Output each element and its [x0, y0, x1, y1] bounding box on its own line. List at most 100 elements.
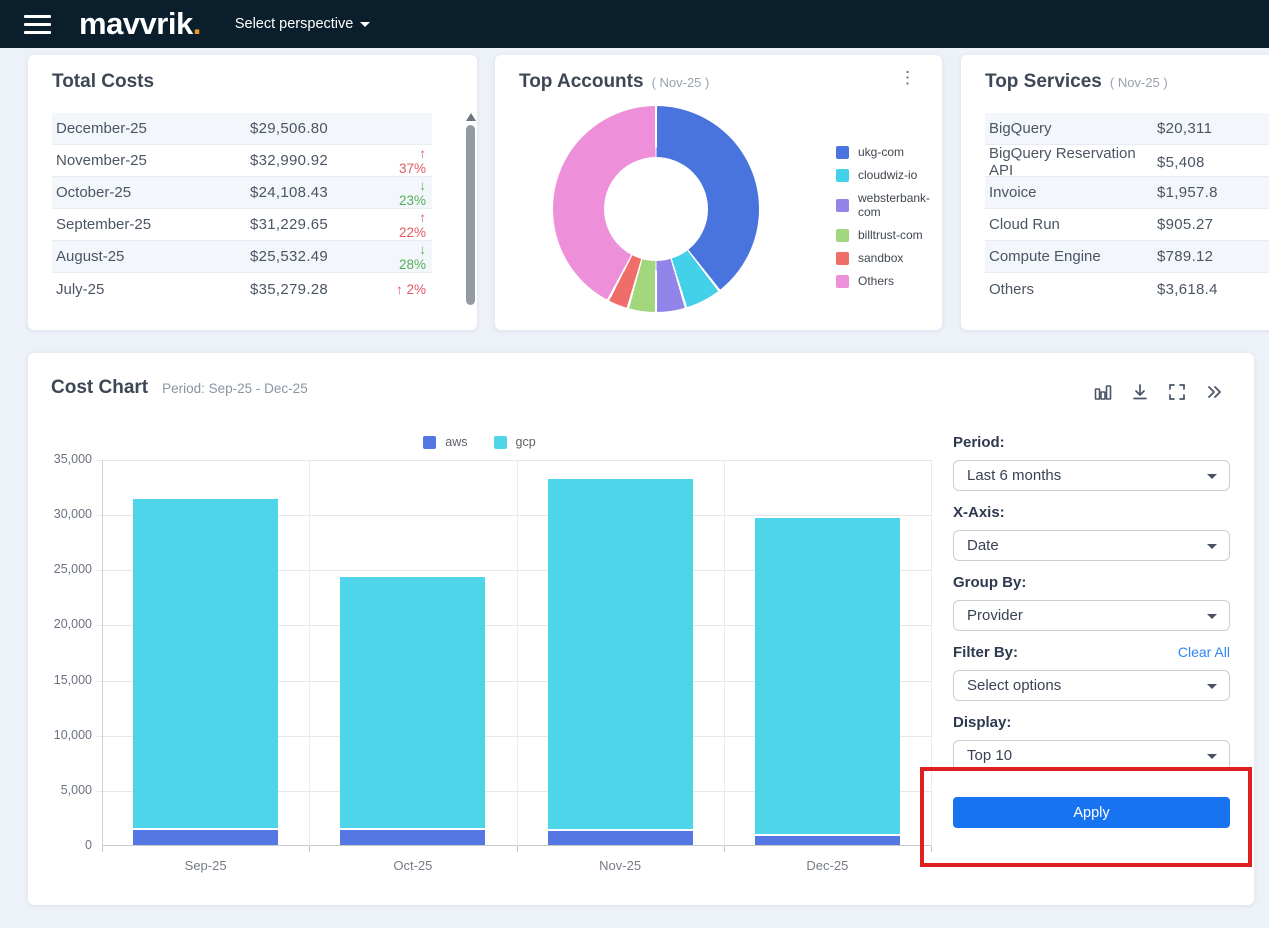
- period-dropdown[interactable]: Last 6 months: [953, 460, 1230, 491]
- scroll-up-icon[interactable]: [466, 113, 476, 121]
- filterby-dropdown[interactable]: Select options: [953, 670, 1230, 701]
- bar-segment-gcp: [548, 479, 693, 829]
- cost-chart-toolbar: [1093, 382, 1224, 402]
- top-services-row: Cloud Run$905.27: [985, 209, 1269, 241]
- apply-button[interactable]: Apply: [953, 797, 1230, 828]
- chevron-down-icon: [1207, 684, 1217, 689]
- total-costs-row: September-25$31,229.65↑ 22%: [52, 209, 432, 241]
- amount-value: $35,279.28: [250, 281, 396, 298]
- download-icon[interactable]: [1130, 382, 1150, 402]
- scrollbar-thumb[interactable]: [466, 125, 475, 305]
- service-label: BigQuery: [989, 120, 1157, 137]
- amount-value: $24,108.43: [250, 184, 396, 201]
- fullscreen-icon[interactable]: [1167, 382, 1187, 402]
- legend-swatch: [836, 169, 849, 182]
- logo-dot: .: [193, 6, 201, 41]
- total-costs-title: Total Costs: [52, 71, 154, 93]
- chevron-down-icon: [360, 22, 370, 27]
- clear-all-link[interactable]: Clear All: [1178, 644, 1230, 660]
- bar-segment-aws: [340, 830, 485, 845]
- period-value: Last 6 months: [967, 467, 1061, 484]
- x-axis-labels: Sep-25Oct-25Nov-25Dec-25: [102, 858, 931, 876]
- hamburger-menu-icon[interactable]: [24, 15, 51, 34]
- axis-tick: [102, 846, 103, 852]
- groupby-dropdown[interactable]: Provider: [953, 600, 1230, 631]
- top-accounts-card: Top Accounts ( Nov-25 ) ⋮ ukg-comcloudwi…: [495, 55, 942, 330]
- app-logo[interactable]: mavvrik.: [79, 6, 201, 42]
- y-tick-label: 10,000: [54, 728, 92, 742]
- select-perspective-dropdown[interactable]: Select perspective: [235, 16, 370, 32]
- top-accounts-title: Top Accounts: [519, 71, 644, 93]
- month-label: September-25: [56, 216, 250, 233]
- bar-Sep-25[interactable]: [133, 499, 278, 845]
- gridline: [517, 460, 518, 846]
- legend-label: ukg-com: [858, 145, 904, 159]
- month-label: November-25: [56, 152, 250, 169]
- total-costs-row: July-25$35,279.28↑ 2%: [52, 273, 432, 305]
- total-costs-table: December-25$29,506.80November-25$32,990.…: [52, 113, 432, 305]
- logo-text: mavvrik: [79, 6, 193, 41]
- top-services-table: BigQuery$20,311BigQuery Reservation API$…: [985, 113, 1269, 305]
- change-badge: ↑ 22%: [396, 210, 428, 240]
- amount-value: $20,311: [1157, 120, 1269, 137]
- legend-label: cloudwiz-io: [858, 168, 917, 182]
- bar-Nov-25[interactable]: [548, 479, 693, 845]
- legend-label: Others: [858, 274, 894, 288]
- bar-segment-gcp: [340, 577, 485, 827]
- month-label: October-25: [56, 184, 250, 201]
- filterby-label: Filter By:: [953, 644, 1018, 662]
- period-label: Period:: [953, 434, 1230, 452]
- legend-swatch: [423, 436, 436, 449]
- groupby-value: Provider: [967, 607, 1023, 624]
- bar-Dec-25[interactable]: [755, 518, 900, 845]
- display-label: Display:: [953, 714, 1230, 732]
- top-accounts-donut-chart[interactable]: [553, 106, 759, 312]
- y-axis-line: [102, 460, 103, 846]
- display-value: Top 10: [967, 747, 1012, 764]
- bar-chart-icon[interactable]: [1093, 382, 1113, 402]
- top-services-row: Compute Engine$789.12: [985, 241, 1269, 273]
- service-label: Cloud Run: [989, 216, 1157, 233]
- change-badge: ↓ 23%: [396, 178, 428, 208]
- amount-value: $1,957.8: [1157, 184, 1269, 201]
- top-accounts-legend: ukg-comcloudwiz-iowebsterbank-combilltru…: [836, 145, 942, 288]
- top-services-title: Top Services: [985, 71, 1102, 93]
- double-chevron-right-icon[interactable]: [1204, 382, 1224, 402]
- select-perspective-label: Select perspective: [235, 16, 353, 32]
- y-tick-label: 25,000: [54, 562, 92, 576]
- top-services-row: Invoice$1,957.8: [985, 177, 1269, 209]
- legend-label: sandbox: [858, 251, 903, 265]
- service-label: BigQuery Reservation API: [989, 145, 1157, 179]
- month-label: August-25: [56, 248, 250, 265]
- amount-value: $29,506.80: [250, 120, 396, 137]
- donut-hole: [604, 157, 708, 261]
- amount-value: $31,229.65: [250, 216, 396, 233]
- x-tick-label: Oct-25: [309, 858, 516, 873]
- top-services-period: ( Nov-25 ): [1110, 75, 1168, 90]
- top-services-row: BigQuery Reservation API$5,408: [985, 145, 1269, 177]
- display-dropdown[interactable]: Top 10: [953, 740, 1230, 771]
- month-label: July-25: [56, 281, 250, 298]
- legend-swatch: [494, 436, 507, 449]
- amount-value: $32,990.92: [250, 152, 396, 169]
- total-costs-row: November-25$32,990.92↑ 37%: [52, 145, 432, 177]
- kebab-menu-icon[interactable]: ⋮: [899, 69, 916, 86]
- axis-tick: [309, 846, 310, 852]
- bar-Oct-25[interactable]: [340, 577, 485, 845]
- change-badge: ↓ 28%: [396, 242, 428, 272]
- top-navbar: mavvrik. Select perspective: [0, 0, 1269, 48]
- legend-item-Others: Others: [836, 274, 942, 288]
- bar-segment-gcp: [755, 518, 900, 835]
- axis-tick: [931, 846, 932, 852]
- gridline: [309, 460, 310, 846]
- bar-segment-gcp: [133, 499, 278, 828]
- bar-chart-plot: [102, 460, 931, 846]
- gridline: [724, 460, 725, 846]
- legend-item-cloudwiz-io: cloudwiz-io: [836, 168, 942, 182]
- gridline: [96, 460, 931, 461]
- amount-value: $25,532.49: [250, 248, 396, 265]
- total-costs-row: August-25$25,532.49↓ 28%: [52, 241, 432, 273]
- y-tick-label: 20,000: [54, 617, 92, 631]
- legend-label: gcp: [516, 435, 536, 449]
- xaxis-dropdown[interactable]: Date: [953, 530, 1230, 561]
